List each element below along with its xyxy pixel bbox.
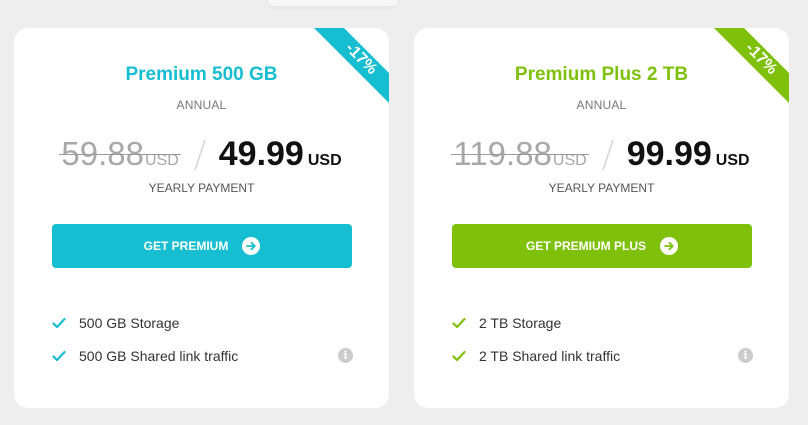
strikethrough-line bbox=[59, 154, 181, 155]
info-icon[interactable]: i bbox=[738, 348, 753, 363]
feature-list: 500 GB Storage 500 GB Shared link traffi… bbox=[52, 306, 353, 372]
new-price: 99.99 USD bbox=[627, 135, 750, 174]
payment-frequency-label: YEARLY PAYMENT bbox=[148, 181, 255, 195]
new-price-amount: 49.99 bbox=[218, 135, 304, 173]
feature-item: 2 TB Storage bbox=[452, 306, 753, 339]
strikethrough-line bbox=[451, 154, 589, 155]
new-price: 49.99 USD bbox=[219, 135, 342, 174]
payment-frequency-label: YEARLY PAYMENT bbox=[548, 181, 655, 195]
new-price-currency: USD bbox=[715, 152, 750, 169]
feature-list: 2 TB Storage 2 TB Shared link traffic i bbox=[452, 306, 753, 372]
plan-period: ANNUAL bbox=[576, 98, 627, 112]
check-icon bbox=[452, 350, 466, 361]
cta-label: GET PREMIUM bbox=[143, 239, 229, 253]
new-price-currency: USD bbox=[307, 152, 342, 169]
old-price: 59.88 USD bbox=[59, 135, 181, 173]
plan-period: ANNUAL bbox=[176, 98, 227, 112]
check-icon bbox=[52, 317, 66, 328]
feature-item: 500 GB Storage bbox=[52, 306, 353, 339]
price-separator-slash bbox=[601, 139, 614, 170]
price-row: 119.88 USD 99.99 USD bbox=[414, 135, 789, 174]
plan-title: Premium 500 GB bbox=[125, 64, 278, 85]
plan-card-premium-500gb: -17% Premium 500 GB ANNUAL 59.88 USD 49.… bbox=[14, 28, 389, 408]
plan-title: Premium Plus 2 TB bbox=[514, 64, 689, 85]
feature-label: 2 TB Storage bbox=[479, 314, 562, 331]
get-premium-button[interactable]: GET PREMIUM bbox=[52, 224, 352, 268]
feature-label: 500 GB Shared link traffic bbox=[79, 347, 239, 364]
feature-label: 2 TB Shared link traffic bbox=[479, 347, 621, 364]
new-price-amount: 99.99 bbox=[626, 135, 712, 173]
feature-item: 500 GB Shared link traffic i bbox=[52, 339, 353, 372]
info-icon[interactable]: i bbox=[338, 348, 353, 363]
cta-label: GET PREMIUM PLUS bbox=[525, 239, 646, 253]
check-icon bbox=[52, 350, 66, 361]
plan-card-premium-plus-2tb: -17% Premium Plus 2 TB ANNUAL 119.88 USD… bbox=[414, 28, 789, 408]
arrow-right-circle-icon bbox=[660, 237, 678, 255]
price-separator-slash bbox=[193, 139, 206, 170]
feature-label: 500 GB Storage bbox=[79, 314, 180, 331]
arrow-right-circle-icon bbox=[242, 237, 261, 255]
price-row: 59.88 USD 49.99 USD bbox=[14, 135, 389, 174]
get-premium-plus-button[interactable]: GET PREMIUM PLUS bbox=[452, 224, 752, 268]
old-price: 119.88 USD bbox=[451, 135, 589, 173]
feature-item: 2 TB Shared link traffic i bbox=[452, 339, 753, 372]
check-icon bbox=[452, 317, 466, 328]
top-tab bbox=[268, 0, 398, 6]
